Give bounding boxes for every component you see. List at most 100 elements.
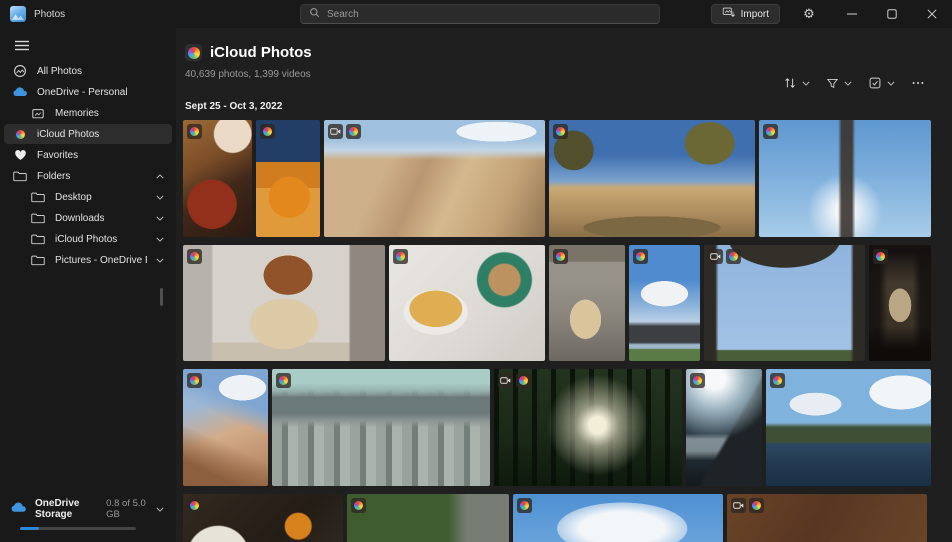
navigation-menu-button[interactable] [8, 36, 36, 54]
photo-tile-r2t6[interactable] [869, 245, 931, 361]
hamburger-icon [15, 40, 29, 50]
sidebar: All Photos OneDrive - Personal Memories iCl… [0, 28, 176, 542]
icloud-badge-icon [276, 373, 291, 388]
photo-tile-r3t2[interactable] [272, 369, 490, 486]
date-range-heading: Sept 25 - Oct 3, 2022 [185, 101, 283, 112]
filter-button[interactable] [821, 73, 857, 94]
photo-tile-r4t4[interactable] [727, 494, 927, 542]
photo-tile-r2t5[interactable] [704, 245, 865, 361]
icloud-badge-icon [873, 249, 888, 264]
select-button[interactable] [863, 72, 900, 94]
photo-tile-r2t1[interactable] [183, 245, 385, 361]
close-icon [927, 9, 937, 19]
photo-tile-r1t2[interactable] [256, 120, 320, 237]
tile-badges [187, 498, 202, 513]
app-identity: Photos [0, 6, 280, 22]
icloud-badge-icon [517, 498, 532, 513]
sidebar-scrollbar[interactable] [160, 288, 163, 306]
import-icon [722, 6, 735, 22]
sidebar-item-label: iCloud Photos [55, 233, 118, 245]
sidebar-item-label: Memories [55, 107, 99, 119]
sidebar-item-memories[interactable]: Memories [4, 103, 172, 123]
memories-icon [30, 107, 46, 120]
icloud-badge-icon [260, 124, 275, 139]
sidebar-item-folders[interactable]: Folders [4, 166, 172, 186]
main-content: iCloud Photos 40,639 photos, 1,399 video… [176, 28, 952, 542]
settings-button[interactable]: ⚙ [794, 2, 824, 26]
maximize-button[interactable] [872, 0, 912, 28]
chevron-down-icon [844, 81, 852, 86]
sidebar-item-label: Folders [37, 170, 71, 182]
page-title: iCloud Photos [210, 44, 312, 61]
chevron-down-icon[interactable] [156, 258, 164, 263]
tile-badges [731, 498, 764, 513]
storage-progress-bar [20, 527, 136, 530]
photo-tile-r2t4[interactable] [629, 245, 700, 361]
sidebar-item-label: iCloud Photos [37, 128, 100, 140]
app-title: Photos [34, 8, 66, 20]
photo-tile-r3t5[interactable] [766, 369, 931, 486]
icloud-badge-icon [393, 249, 408, 264]
search-box[interactable] [300, 4, 660, 24]
photo-tile-r1t4[interactable] [549, 120, 755, 237]
tile-badges [393, 249, 408, 264]
sidebar-item-all-photos[interactable]: All Photos [4, 61, 172, 81]
folder-icon [30, 233, 46, 245]
sidebar-item-icloud-photos-folder[interactable]: iCloud Photos [4, 229, 172, 249]
icloud-badge-icon [770, 373, 785, 388]
photo-grid [183, 120, 952, 542]
chevron-down-icon [802, 81, 810, 86]
photo-tile-r2t2[interactable] [389, 245, 545, 361]
sidebar-item-label: Desktop [55, 191, 92, 203]
icloud-badge-icon [346, 124, 361, 139]
sidebar-item-downloads[interactable]: Downloads [4, 208, 172, 228]
chevron-down-icon[interactable] [156, 195, 164, 200]
photo-tile-r3t1[interactable] [183, 369, 268, 486]
photo-tile-r3t4[interactable] [686, 369, 762, 486]
titlebar-actions: Import ⚙ [710, 0, 952, 28]
tile-badges [690, 373, 705, 388]
chevron-up-icon[interactable] [156, 173, 164, 179]
sort-button[interactable] [778, 72, 815, 94]
video-badge-icon [708, 249, 723, 264]
tile-badges [276, 373, 291, 388]
tile-badges [553, 249, 568, 264]
filter-icon [826, 78, 839, 88]
icloud-badge-icon [726, 249, 741, 264]
import-button[interactable]: Import [710, 4, 780, 24]
photo-tile-r1t1[interactable] [183, 120, 252, 237]
folder-icon [30, 254, 46, 266]
chevron-down-icon[interactable] [156, 237, 164, 242]
photo-tile-r4t2[interactable] [347, 494, 509, 542]
icloud-badge-icon [553, 124, 568, 139]
close-button[interactable] [912, 0, 952, 28]
photo-tile-r4t3[interactable] [513, 494, 723, 542]
more-icon [912, 81, 924, 85]
sidebar-item-favorites[interactable]: Favorites [4, 145, 172, 165]
sidebar-item-desktop[interactable]: Desktop [4, 187, 172, 207]
photo-tile-r4t1[interactable] [183, 494, 343, 542]
cloud-icon [12, 87, 28, 97]
onedrive-cloud-icon [10, 502, 27, 516]
more-options-button[interactable] [906, 72, 930, 94]
photo-tile-r1t5[interactable] [759, 120, 931, 237]
photo-tile-r1t3[interactable] [324, 120, 545, 237]
sidebar-item-icloud-photos[interactable]: iCloud Photos [4, 124, 172, 144]
heart-icon [12, 149, 28, 161]
tile-badges [517, 498, 532, 513]
search-input[interactable] [327, 8, 651, 20]
sidebar-item-pictures-onedrive[interactable]: Pictures - OneDrive Personal [4, 250, 172, 270]
photo-tile-r3t3[interactable] [494, 369, 682, 486]
settings-gear-icon: ⚙ [803, 6, 815, 22]
sidebar-item-onedrive-personal[interactable]: OneDrive - Personal [4, 82, 172, 102]
chevron-down-icon[interactable] [156, 504, 164, 515]
storage-label: OneDrive Storage [35, 498, 80, 520]
photo-tile-r2t3[interactable] [549, 245, 625, 361]
icloud-badge-icon [516, 373, 531, 388]
tile-badges [260, 124, 275, 139]
chevron-down-icon[interactable] [156, 216, 164, 221]
icloud-badge-icon [187, 373, 202, 388]
minimize-button[interactable] [832, 0, 872, 28]
icloud-photos-icon [185, 44, 202, 61]
sidebar-item-label: Downloads [55, 212, 105, 224]
